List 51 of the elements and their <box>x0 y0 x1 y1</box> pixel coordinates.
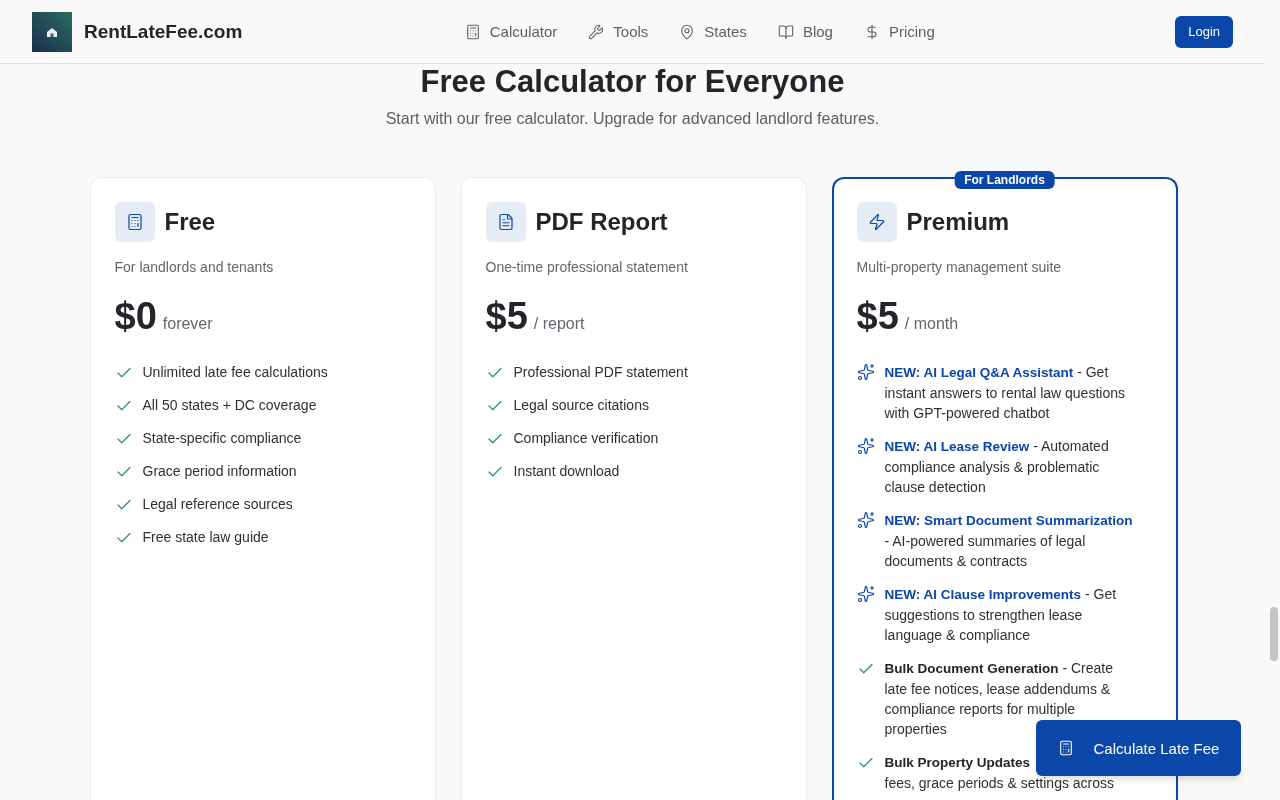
price-period: forever <box>162 315 213 333</box>
calculate-late-fee-button[interactable]: Calculate Late Fee <box>1036 720 1241 776</box>
section-title: Free Calculator for Everyone <box>419 64 846 100</box>
feature-text: NEW: AI Legal Q&A Assistant - Get instant answers to rental law questions with GPT-powered chatbot <box>884 363 1126 423</box>
feature-text: NEW: Smart Document Summarization - AI-powered summaries of legal documents & contracts <box>884 512 1134 571</box>
plan-price: $5 <box>485 295 528 338</box>
plan-name: Premium <box>906 208 1010 236</box>
price-period: / month <box>904 315 959 333</box>
feature-text: Instant download <box>513 462 620 481</box>
feature-text: NEW: AI Clause Improvements - Get suggestions to strengthen lease language & compliance <box>884 585 1118 645</box>
section-subtitle: Start with our free calculator. Upgrade for advanced landlord features. <box>384 110 881 128</box>
nav-link[interactable]: Tools <box>588 23 649 40</box>
feature-text: Professional PDF statement <box>513 363 688 382</box>
sparkles-icon <box>856 437 875 455</box>
plan-icon <box>114 202 155 242</box>
price-period: / report <box>533 315 585 333</box>
nav-icon <box>588 23 605 40</box>
sparkles-icon <box>856 585 875 603</box>
nav-icon <box>679 23 696 40</box>
feature-text: Unlimited late fee calculations <box>142 363 328 382</box>
sparkles-icon <box>856 363 875 381</box>
scrollbar-thumb[interactable] <box>1270 607 1278 661</box>
nav-link[interactable]: Pricing <box>863 23 935 40</box>
feature-text: State-specific compliance <box>142 429 302 448</box>
plan-name: PDF Report <box>535 208 668 236</box>
feature-text: Compliance verification <box>513 429 659 448</box>
plan-description: One-time professional statement <box>485 259 689 275</box>
feature-text: Legal source citations <box>513 396 649 415</box>
sparkles-icon <box>856 511 875 529</box>
logo-icon <box>32 11 72 52</box>
nav-link[interactable]: Calculator <box>464 23 558 40</box>
plan-description: Multi-property management suite <box>856 259 1063 275</box>
feature-text: All 50 states + DC coverage <box>142 396 317 415</box>
plan-icon <box>856 202 897 242</box>
nav-link[interactable]: Blog <box>777 23 833 40</box>
feature-text: Legal reference sources <box>142 495 293 514</box>
nav-link[interactable]: States <box>679 23 747 40</box>
plan-description: For landlords and tenants <box>114 259 275 275</box>
plan-icon <box>485 202 526 242</box>
plan-badge: For Landlords <box>954 171 1055 189</box>
plan-price: $5 <box>856 295 899 338</box>
plan-name: Free <box>164 208 216 236</box>
feature-text: NEW: AI Lease Review - Automated compliance analysis & problematic clause detection <box>884 437 1110 497</box>
login-button[interactable]: Login <box>1175 15 1233 48</box>
plan-price: $0 <box>114 295 157 338</box>
feature-text: Grace period information <box>142 462 297 481</box>
feature-text: Free state law guide <box>142 528 269 547</box>
calculator-icon <box>1057 740 1074 756</box>
brand-name[interactable]: RentLateFee.com <box>84 20 243 43</box>
nav-icon <box>464 23 481 40</box>
nav-icon <box>777 23 794 40</box>
